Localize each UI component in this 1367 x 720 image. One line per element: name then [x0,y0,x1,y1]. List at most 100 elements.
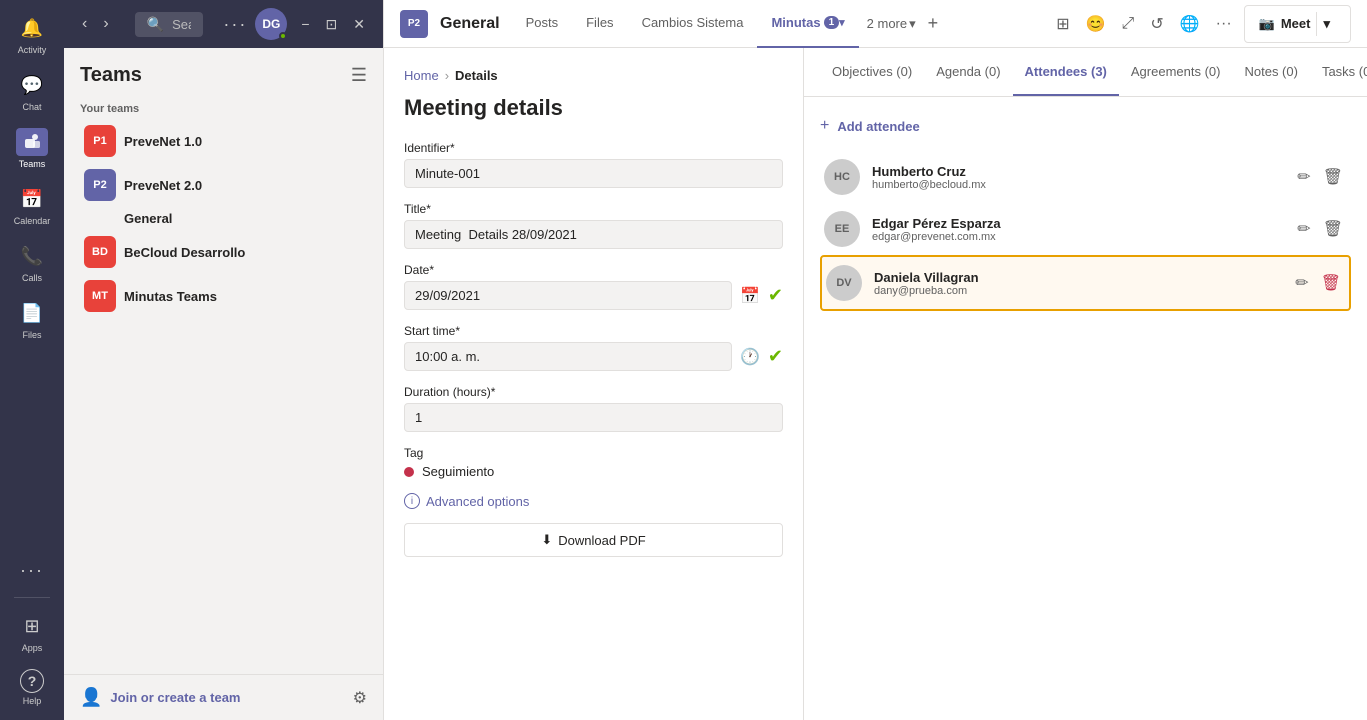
sidebar-title: Teams [80,64,142,87]
attendee-info-dv: Daniela Villagran dany@prueba.com [874,270,1279,297]
tab-tasks[interactable]: Tasks (0) [1310,48,1367,96]
rail-label-help: Help [23,696,42,706]
breadcrumb-home[interactable]: Home [404,68,439,83]
team-item-prevenet2[interactable]: P2 PreveNet 2.0 ··· [68,163,379,207]
attendee-delete-hc[interactable]: 🗑 [1319,163,1347,191]
rail-item-calendar[interactable]: 📅 Calendar [6,179,58,232]
date-input[interactable] [404,281,732,310]
duration-field: Duration (hours)* [404,385,783,432]
tag-field: Tag Seguimiento [404,446,783,479]
more-options-button[interactable]: ··· [223,14,247,35]
start-time-field: Start time* 🕐 ✔ [404,324,783,371]
start-time-input[interactable] [404,342,732,371]
team-avatar-prevenet1: P1 [84,125,116,157]
search-bar[interactable]: 🔍 [135,12,204,37]
tag-row: Seguimiento [404,464,783,479]
help-icon: ? [20,669,44,693]
topbar: ‹ › 🔍 ··· DG − ⊡ ✕ [64,0,383,48]
team-item-becloud[interactable]: BD BeCloud Desarrollo ··· [68,230,379,274]
clock-icon[interactable]: 🕐 [740,347,760,367]
attendee-delete-dv[interactable]: 🗑 [1317,269,1345,297]
tab-files[interactable]: Files [572,0,627,48]
tab-minutas[interactable]: Minutas 1 ▾ [757,0,858,48]
rail-item-chat[interactable]: 💬 Chat [6,65,58,118]
rail-label-chat: Chat [22,102,41,112]
add-attendee-icon: + [820,117,829,135]
channel-item-general[interactable]: General [68,207,379,230]
tab-agreements[interactable]: Agreements (0) [1119,48,1233,96]
advanced-info-icon: i [404,493,420,509]
add-attendee-button[interactable]: + Add attendee [820,113,1351,139]
calendar-field-icon[interactable]: 📅 [740,286,760,306]
attendee-edit-ee[interactable]: ✏ [1293,215,1314,243]
team-item-prevenet1[interactable]: P1 PreveNet 1.0 ··· [68,119,379,163]
date-check-icon: ✔ [768,285,783,306]
channel-more-button[interactable]: ··· [1212,11,1236,37]
tab-attendees[interactable]: Attendees (3) [1013,48,1119,96]
meeting-panel: Home › Details Meeting details Identifie… [384,48,804,720]
tab-posts[interactable]: Posts [512,0,573,48]
close-button[interactable]: ✕ [347,14,371,35]
team-avatar-prevenet2: P2 [84,169,116,201]
identifier-input[interactable] [404,159,783,188]
download-pdf-button[interactable]: ⬇ Download PDF [404,523,783,557]
attendee-edit-hc[interactable]: ✏ [1293,163,1314,191]
team-item-minutas[interactable]: MT Minutas Teams ··· [68,274,379,318]
refresh-icon-button[interactable]: ↺ [1146,10,1167,38]
search-icon: 🔍 [147,16,164,33]
tab-cambios[interactable]: Cambios Sistema [628,0,758,48]
attendee-row-dv: DV Daniela Villagran dany@prueba.com ✏ 🗑 [820,255,1351,311]
video-icon: 📷 [1259,16,1275,32]
user-avatar[interactable]: DG [255,8,287,40]
tab-notes[interactable]: Notes (0) [1232,48,1309,96]
rail-item-teams[interactable]: Teams [6,122,58,175]
tag-name: Seguimiento [422,464,494,479]
more-apps-dots[interactable]: ··· [20,560,44,581]
channel-actions: ⊞ 😊 ⤢ ↺ 🌐 ··· 📷 Meet ▾ [1052,5,1351,43]
nav-back-button[interactable]: ‹ [76,11,93,37]
content-area: Home › Details Meeting details Identifie… [384,48,1367,720]
attendee-name-dv: Daniela Villagran [874,270,1279,285]
channel-header: P2 General Posts Files Cambios Sistema M… [384,0,1367,48]
sidebar: ‹ › 🔍 ··· DG − ⊡ ✕ Teams ☰ Your teams [64,0,384,720]
presentation-icon-button[interactable]: ⊞ [1052,10,1073,38]
topbar-right: ··· DG − ⊡ ✕ [223,8,371,40]
duration-input[interactable] [404,403,783,432]
add-tab-button[interactable]: + [924,9,943,38]
rail-item-apps[interactable]: ⊞ Apps [6,606,58,659]
attendee-edit-dv[interactable]: ✏ [1291,269,1312,297]
sidebar-menu-icon[interactable]: ☰ [351,65,367,86]
start-time-label: Start time* [404,324,783,338]
rail-item-calls[interactable]: 📞 Calls [6,236,58,289]
attendee-avatar-dv: DV [826,265,862,301]
meet-dropdown-icon[interactable]: ▾ [1316,12,1336,36]
channel-tabs: Posts Files Cambios Sistema Minutas 1 ▾ … [512,0,1041,48]
settings-icon[interactable]: ⚙ [353,688,367,708]
nav-forward-button[interactable]: › [97,11,114,37]
expand-icon-button[interactable]: ⤢ [1118,11,1139,37]
minimize-button[interactable]: − [295,14,315,35]
tab-objectives[interactable]: Objectives (0) [820,48,924,96]
team-avatar-minutas: MT [84,280,116,312]
search-input[interactable] [172,17,191,32]
tab-more[interactable]: 2 more ▾ [859,16,924,32]
download-icon: ⬇ [541,532,552,548]
meet-button[interactable]: 📷 Meet ▾ [1244,5,1351,43]
tab-agenda[interactable]: Agenda (0) [924,48,1012,96]
date-label: Date* [404,263,783,277]
globe-icon-button[interactable]: 🌐 [1176,10,1204,38]
join-team-button[interactable]: 👤 Join or create a team [80,687,240,708]
emoji-icon-button[interactable]: 😊 [1082,10,1110,38]
attendee-name-ee: Edgar Pérez Esparza [872,216,1281,231]
attendee-delete-ee[interactable]: 🗑 [1319,215,1347,243]
title-input[interactable] [404,220,783,249]
advanced-options[interactable]: i Advanced options [404,493,783,509]
minutas-dropdown-icon[interactable]: ▾ [839,16,845,29]
rail-item-files[interactable]: 📄 Files [6,293,58,346]
restore-button[interactable]: ⊡ [320,14,344,35]
join-team-label: Join or create a team [110,690,240,705]
rail-item-help[interactable]: ? Help [6,663,58,712]
files-icon: 📄 [16,299,48,327]
rail-item-activity[interactable]: 🔔 Activity [6,8,58,61]
topbar-nav: ‹ › [76,11,115,37]
